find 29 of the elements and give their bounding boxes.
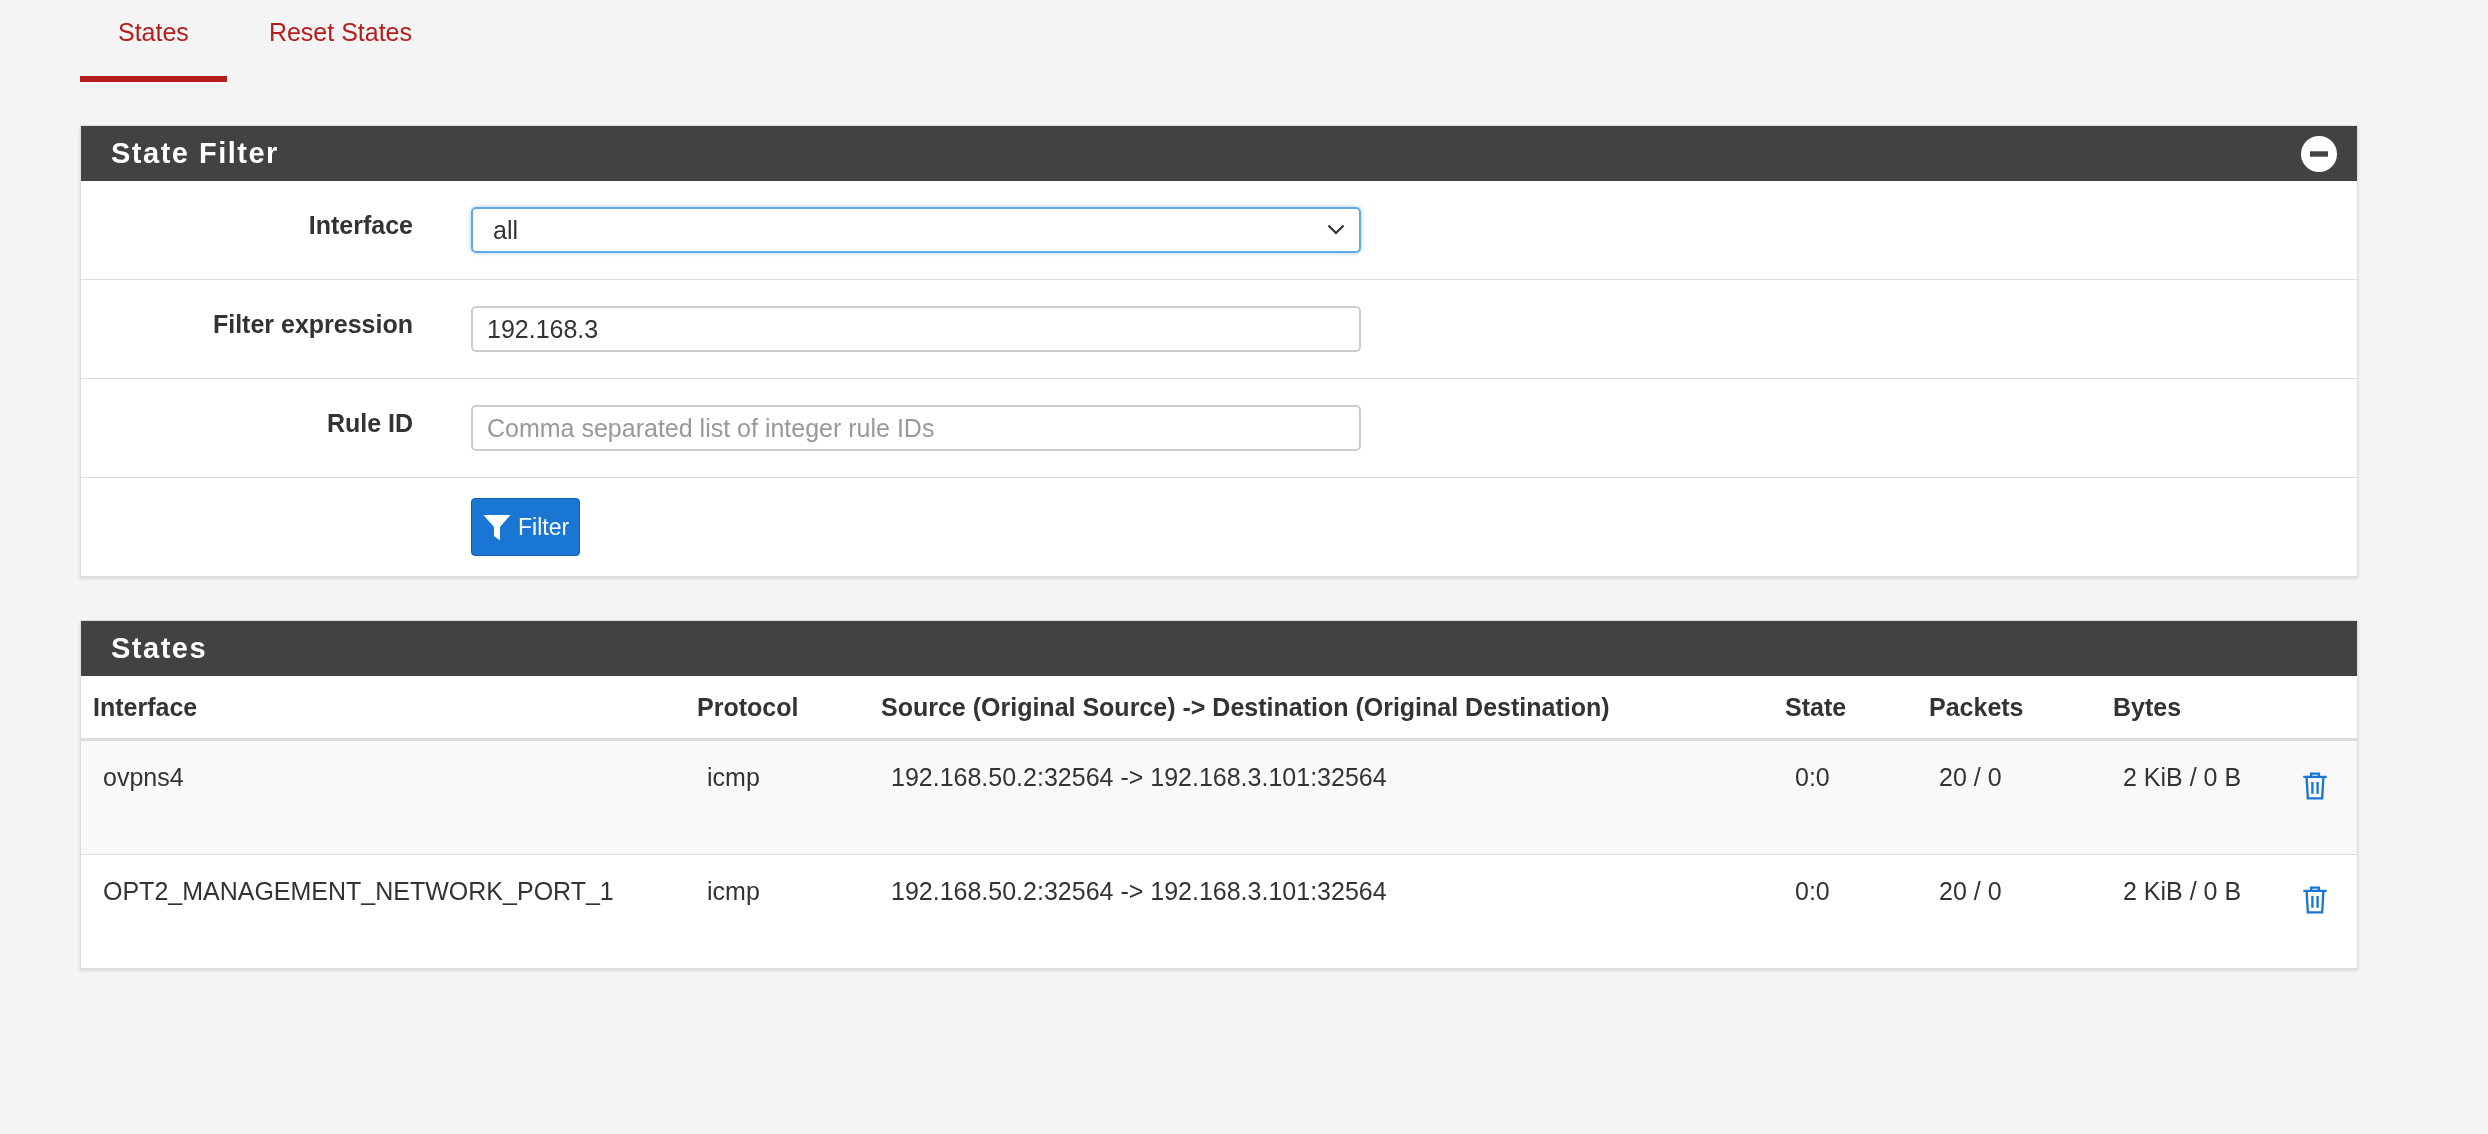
tab[interactable]: States	[80, 0, 227, 82]
table-cell: 2 KiB / 0 B	[2123, 763, 2242, 791]
select-value: all	[493, 215, 518, 245]
chevron-down-icon	[1327, 224, 1345, 236]
field-label: Filter expression	[211, 309, 414, 339]
table-cell: 20 / 0	[1939, 763, 2002, 791]
filter-button[interactable]: Filter	[471, 498, 581, 556]
table-cell: OPT2_MANAGEMENT_NETWORK_PORT_1	[103, 877, 614, 905]
input-field[interactable]: 192.168.3	[471, 306, 1361, 352]
table-cell: 20 / 0	[1939, 877, 2002, 905]
input-field[interactable]: Comma separated list of integer rule IDs	[471, 405, 1361, 451]
tab[interactable]: Reset States	[230, 0, 450, 82]
trash-icon[interactable]	[2301, 771, 2328, 801]
field-label: Interface	[307, 210, 414, 240]
select-field[interactable]: all	[471, 207, 1361, 253]
table-cell: ovpns4	[103, 763, 184, 791]
table-cell: 2 KiB / 0 B	[2123, 877, 2242, 905]
funnel-icon	[482, 512, 512, 542]
table-cell: 0:0	[1795, 877, 1830, 905]
panel-title: States	[111, 632, 208, 665]
field-label: Rule ID	[325, 408, 414, 438]
trash-icon[interactable]	[2301, 885, 2328, 915]
table-cell: 192.168.50.2:32564 -> 192.168.3.101:32564	[891, 763, 1387, 791]
table-cell: 0:0	[1795, 763, 1830, 791]
table-cell: icmp	[707, 877, 760, 905]
collapse-icon[interactable]	[2301, 135, 2337, 172]
table-cell: icmp	[707, 763, 760, 791]
table-cell: 192.168.50.2:32564 -> 192.168.3.101:32564	[891, 877, 1387, 905]
panel-title: State Filter	[111, 137, 279, 170]
